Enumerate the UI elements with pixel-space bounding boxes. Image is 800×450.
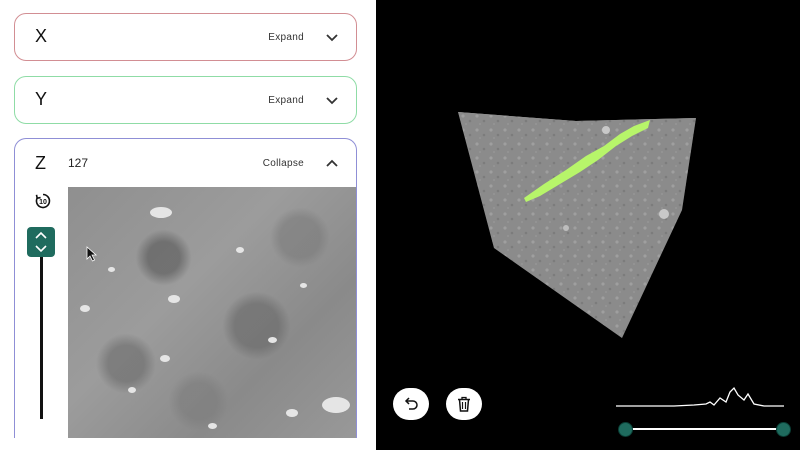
- range-min-handle[interactable]: [618, 422, 633, 437]
- range-max-handle[interactable]: [776, 422, 791, 437]
- z-slice-index: 127: [68, 156, 89, 170]
- speckle: [300, 283, 307, 288]
- speckle: [268, 337, 277, 343]
- x-expand-label[interactable]: Expand: [268, 32, 304, 43]
- chevron-up-icon[interactable]: [322, 153, 342, 173]
- svg-text:10: 10: [39, 199, 47, 206]
- chevron-down-icon[interactable]: [322, 91, 342, 111]
- chevron-down-icon[interactable]: [322, 28, 342, 48]
- speckle: [108, 267, 115, 272]
- speckle: [80, 305, 90, 312]
- z-slice-slider[interactable]: [40, 257, 43, 419]
- z-axis-panel: Z 127 Collapse 10: [14, 138, 357, 438]
- mouse-cursor-icon: [86, 246, 98, 262]
- speckle: [160, 355, 170, 362]
- slice-panels: X Expand Y Expand Z 127 Collapse 10: [0, 0, 376, 450]
- delete-button[interactable]: [446, 388, 482, 420]
- x-axis-panel[interactable]: X Expand: [14, 13, 357, 61]
- rotate-reset-10-icon[interactable]: 10: [34, 192, 52, 210]
- speckle: [208, 423, 217, 429]
- intensity-histogram: [616, 386, 784, 407]
- undo-button[interactable]: [393, 388, 429, 420]
- y-expand-label[interactable]: Expand: [268, 95, 304, 106]
- speckle: [286, 409, 298, 417]
- y-axis-panel[interactable]: Y Expand: [14, 76, 357, 124]
- speckle: [236, 247, 244, 253]
- intensity-range-track[interactable]: [624, 428, 784, 430]
- volume-viewport[interactable]: [376, 0, 800, 450]
- up-down-chevron-icon: [35, 231, 47, 253]
- speckle: [128, 387, 136, 393]
- undo-icon: [404, 397, 418, 410]
- y-axis-label: Y: [35, 89, 48, 109]
- speckle: [322, 397, 350, 413]
- trash-icon: [458, 396, 470, 412]
- z-stepper-button[interactable]: [27, 227, 55, 257]
- z-slice-image[interactable]: [68, 187, 356, 438]
- x-axis-label: X: [35, 26, 48, 46]
- speckle: [150, 207, 172, 218]
- z-collapse-label[interactable]: Collapse: [263, 158, 304, 169]
- z-axis-label: Z: [35, 153, 46, 173]
- speckle: [168, 295, 180, 303]
